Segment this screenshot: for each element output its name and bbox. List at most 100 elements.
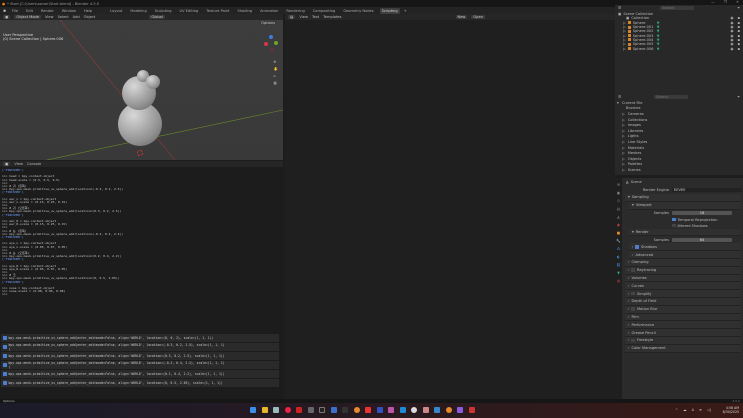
console-menu-view[interactable]: View	[14, 162, 23, 166]
tab-uv-editing[interactable]: UV Editing	[178, 8, 201, 14]
properties-panel[interactable]: › Depth of Field	[625, 297, 741, 306]
scene-tab-icon[interactable]: ◭	[617, 215, 620, 219]
properties-panel[interactable]: › Raytracing	[625, 266, 741, 275]
menu-window[interactable]: Window	[60, 8, 78, 14]
camera-icon[interactable]: ⌂	[274, 74, 278, 78]
add-workspace-icon[interactable]: +	[404, 9, 407, 13]
store-icon[interactable]	[273, 407, 279, 413]
mode-selector[interactable]: Object Mode	[14, 15, 42, 19]
chrome-icon[interactable]	[284, 407, 291, 413]
tool-tab-icon[interactable]: ⚒	[617, 183, 620, 187]
app-icon[interactable]	[296, 407, 302, 413]
viewport-subpanel[interactable]: ▾ Viewport	[629, 201, 741, 210]
navigation-gizmo[interactable]	[263, 34, 279, 54]
tab-texture-paint[interactable]: Texture Paint	[204, 8, 231, 14]
pan-icon[interactable]: ✋	[274, 67, 278, 71]
render-engine-dropdown[interactable]: EEVEE	[672, 188, 742, 192]
tab-modeling[interactable]: Modeling	[128, 8, 148, 14]
object-tab-icon[interactable]: ■	[617, 231, 620, 235]
filter-icon[interactable]: ⏷	[737, 6, 740, 10]
tab-sculpting[interactable]: Sculpting	[153, 8, 174, 14]
report-item[interactable]: bpy.ops.mesh.primitive_uv_sphere_add(ent…	[1, 343, 279, 351]
panel-enable-checkbox[interactable]	[631, 307, 635, 311]
tab-scripting[interactable]: Scripting	[379, 7, 400, 14]
properties-panel[interactable]: › Film	[625, 313, 741, 322]
outliner-item[interactable]: ▷ Sphere.006 ▼ ◉ ▪	[618, 46, 743, 51]
output-tab-icon[interactable]: ⎙	[617, 199, 620, 203]
app-icon[interactable]	[422, 407, 429, 413]
expand-arrow-icon[interactable]: ▷	[623, 47, 626, 51]
file-explorer-icon[interactable]	[261, 407, 268, 413]
menu-help[interactable]: Help	[82, 8, 94, 14]
app-icon[interactable]	[365, 407, 371, 413]
tray-app-icon[interactable]: ☁	[683, 408, 687, 412]
display-mode-icon[interactable]: ☰	[618, 6, 621, 10]
volume-icon[interactable]: ◁)	[707, 408, 711, 412]
vscode-icon[interactable]	[399, 407, 406, 413]
new-text-button[interactable]: New	[455, 15, 468, 19]
display-mode-icon[interactable]: ☰	[618, 95, 621, 99]
tray-chevron-icon[interactable]: ^	[675, 408, 678, 412]
transform-orientation[interactable]: Global	[149, 15, 165, 19]
filter-icon[interactable]: ⏷	[737, 95, 740, 99]
python-console[interactable]: ▣ View Console {'FINISHED'} >>> head = bp…	[0, 161, 283, 400]
modifier-tab-icon[interactable]: 🔧	[616, 239, 620, 243]
properties-panel[interactable]: › Volumes	[625, 274, 741, 283]
viewport-canvas[interactable]: User Perspective (0) Scene Collection | …	[0, 20, 283, 160]
view-layer-tab-icon[interactable]: ▤	[617, 207, 620, 211]
expand-arrow-icon[interactable]: ▷	[622, 140, 625, 144]
sphere-ear[interactable]	[146, 75, 160, 89]
expand-arrow-icon[interactable]: ▷	[622, 162, 625, 166]
menu-render[interactable]: Render	[39, 8, 56, 14]
panel-enable-checkbox[interactable]	[631, 291, 635, 296]
report-item[interactable]: bpy.ops.mesh.primitive_uv_sphere_add(ent…	[1, 352, 279, 360]
minimize-icon[interactable]: —	[711, 0, 715, 4]
viewport-menu-object[interactable]: Object	[84, 15, 96, 19]
expand-arrow-icon[interactable]: ▷	[622, 123, 625, 127]
expand-arrow-icon[interactable]: ▷	[622, 118, 625, 122]
file-browser[interactable]: ☰ Search ⏷ ▾ Current File Brushes ▷ Cameras…	[615, 90, 743, 175]
blender-icon[interactable]	[445, 407, 452, 413]
tab-animation[interactable]: Animation	[258, 8, 280, 14]
menu-edit[interactable]: Edit	[24, 8, 35, 14]
app-icon[interactable]	[411, 407, 417, 413]
expand-arrow-icon[interactable]: ▷	[622, 157, 625, 161]
maximize-icon[interactable]: ❐	[724, 0, 727, 4]
world-tab-icon[interactable]: ◉	[617, 223, 620, 227]
app-icon[interactable]	[376, 407, 383, 413]
outliner[interactable]: ☰ Search ⏷ ▣ Scene Collection ▣ Collection ◉…	[615, 5, 743, 90]
app-icon[interactable]	[330, 407, 337, 413]
properties-panel[interactable]: › Curves	[625, 282, 741, 291]
properties-panel[interactable]: › Clamping	[625, 258, 741, 267]
properties-panel[interactable]: › Simplify	[625, 290, 741, 298]
grid-icon[interactable]: ▦	[274, 81, 278, 85]
sampling-panel[interactable]: ▾ Sampling	[625, 194, 741, 202]
tab-layout[interactable]: Layout	[108, 8, 124, 14]
render-samples-field[interactable]: 64	[672, 237, 732, 242]
render-subpanel[interactable]: ▾ Render	[629, 228, 741, 237]
start-icon[interactable]	[250, 407, 256, 413]
editor-type-icon[interactable]: ▤	[288, 15, 296, 19]
console-menu-console[interactable]: Console	[27, 162, 41, 166]
text-menu-templates[interactable]: Templates	[323, 15, 341, 19]
viewport-menu-add[interactable]: Add	[73, 15, 80, 19]
viewport-samples-field[interactable]: 16	[672, 211, 732, 216]
material-tab-icon[interactable]: ◍	[617, 279, 620, 283]
properties-panel[interactable]: › Grease Pencil	[625, 329, 741, 337]
properties-panel[interactable]: › Color Management	[625, 344, 741, 353]
blender-menu-icon[interactable]: ✽	[3, 9, 6, 13]
temporal-reprojection-checkbox[interactable]	[672, 217, 676, 222]
report-item[interactable]: bpy.ops.mesh.primitive_uv_sphere_add(ent…	[1, 361, 279, 369]
app-icon[interactable]	[468, 407, 475, 413]
zoom-icon[interactable]: ⊕	[274, 60, 278, 64]
render-camera-icon[interactable]: ▪	[738, 47, 740, 51]
jittered-shadows-checkbox[interactable]	[672, 223, 676, 228]
wifi-icon[interactable]: ≋	[699, 408, 702, 412]
expand-arrow-icon[interactable]: ▷	[622, 146, 625, 150]
blend-file-search[interactable]: Search	[654, 95, 689, 99]
report-item[interactable]: bpy.ops.mesh.primitive_uv_sphere_add(ent…	[1, 370, 279, 378]
constraints-tab-icon[interactable]: ⛓	[616, 263, 621, 267]
data-tab-icon[interactable]: ▼	[617, 271, 620, 275]
close-icon[interactable]: ✕	[736, 0, 739, 4]
outliner-search[interactable]: Search	[660, 5, 695, 10]
